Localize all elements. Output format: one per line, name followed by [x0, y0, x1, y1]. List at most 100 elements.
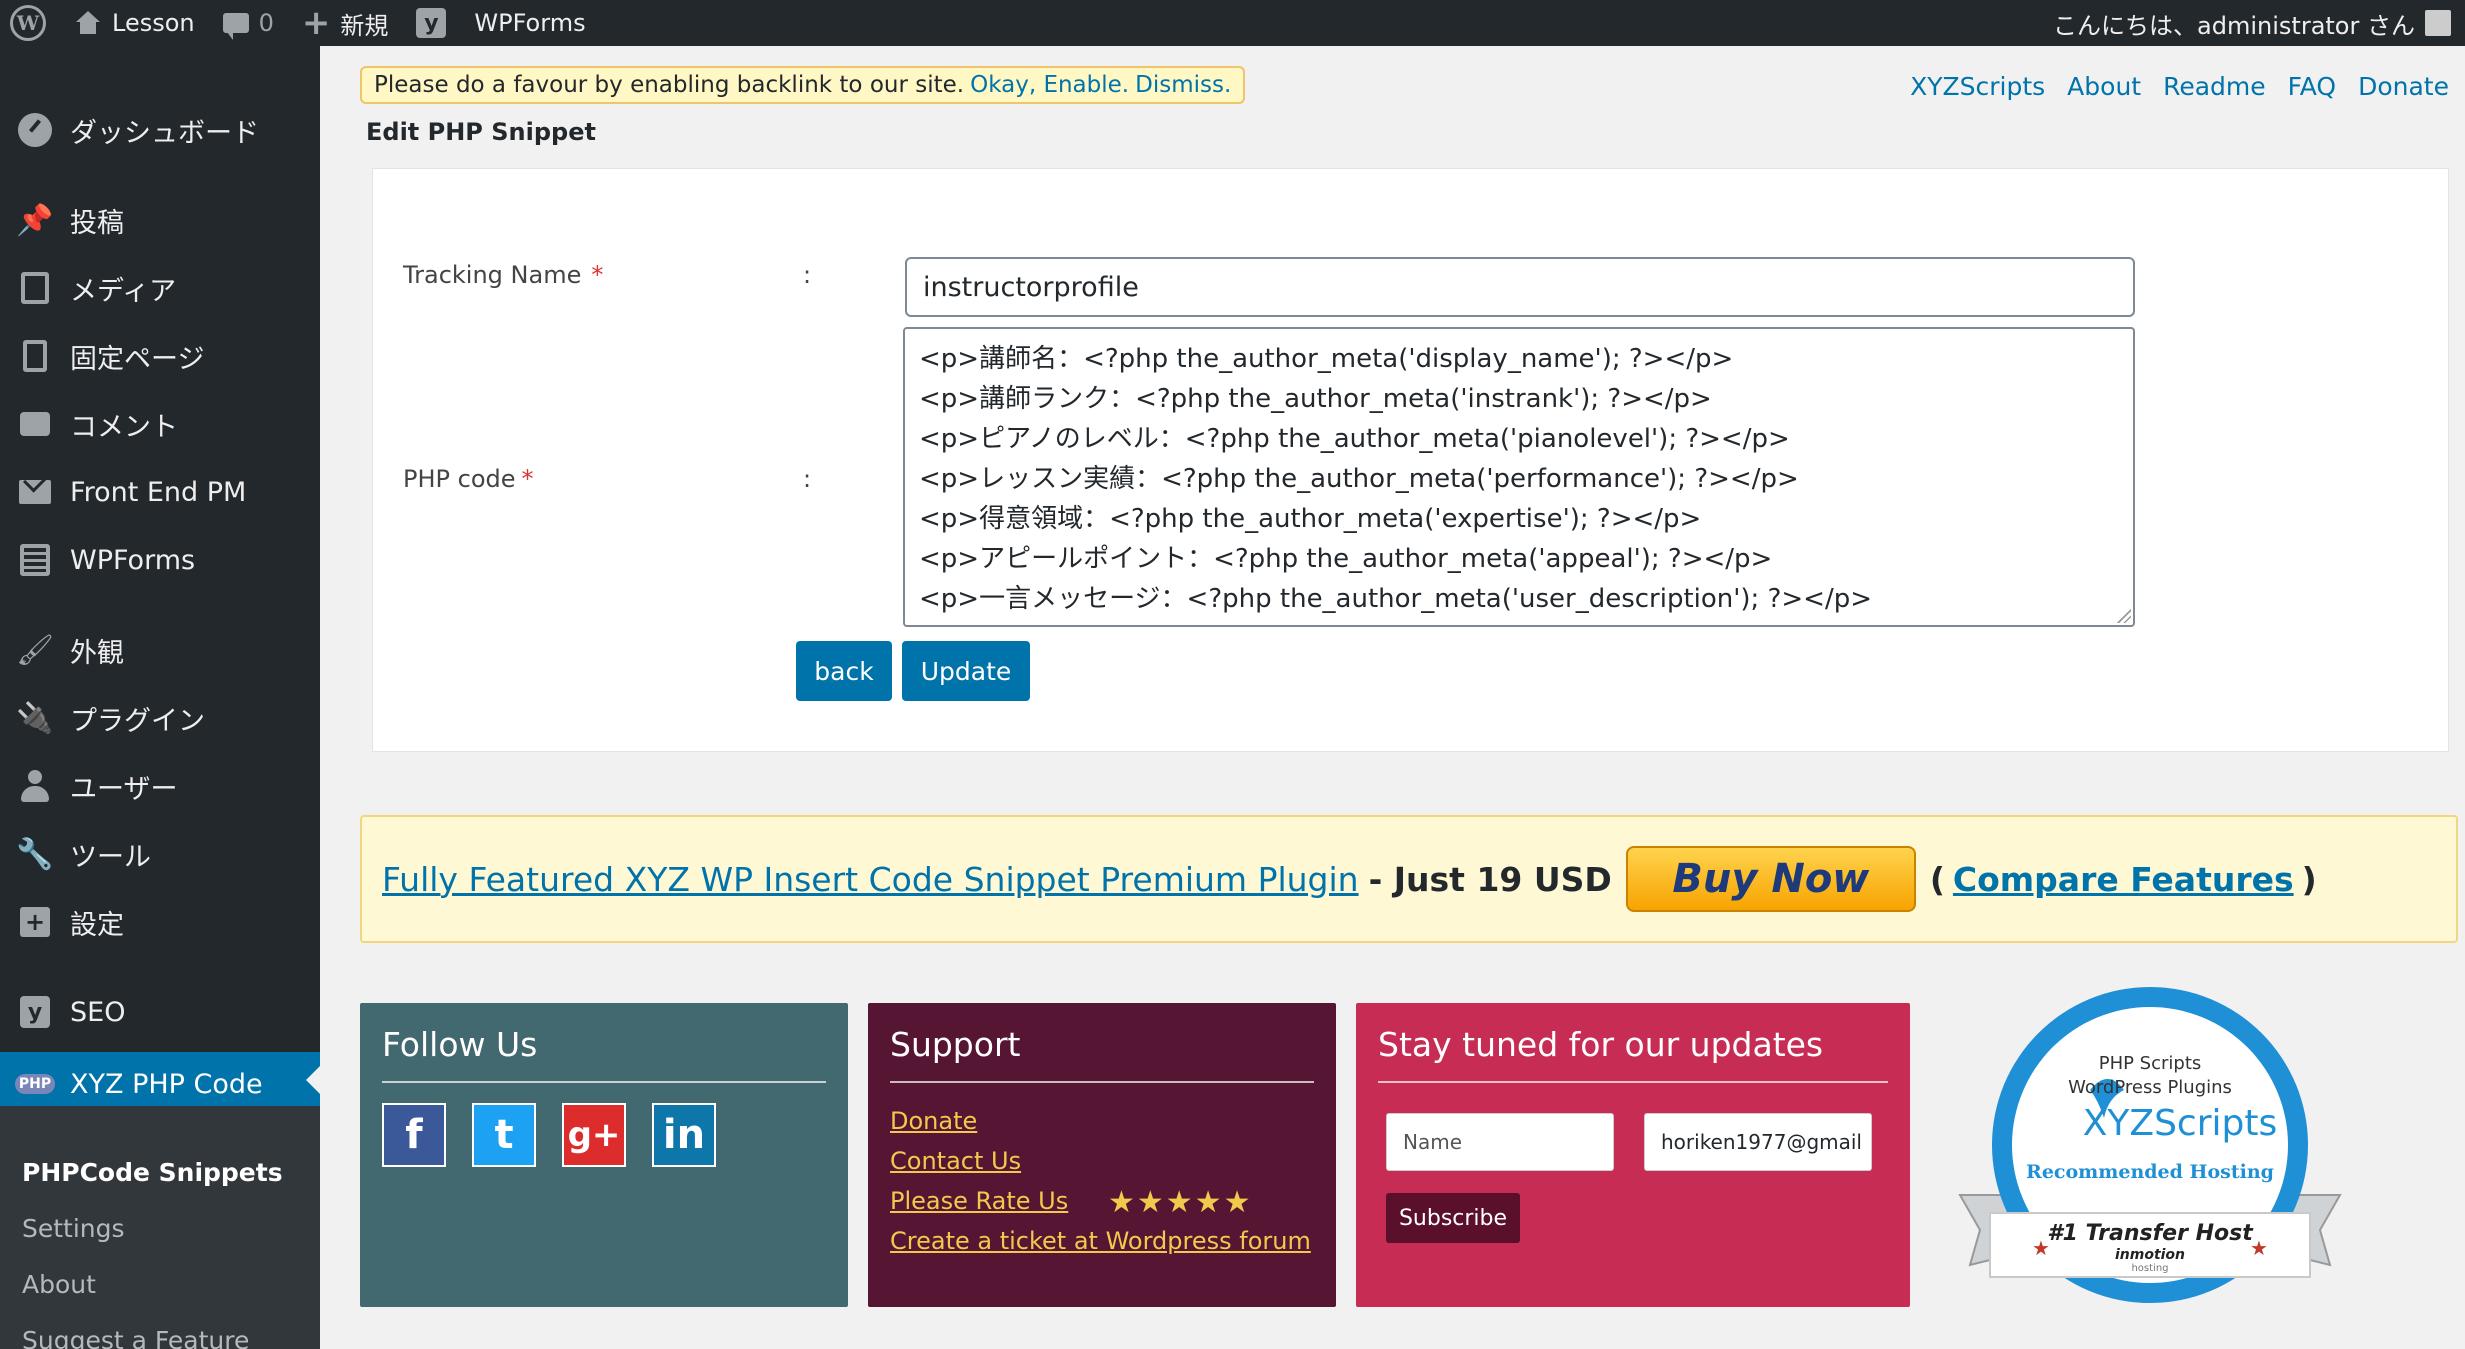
sidebar-item-label: XYZ PHP Code: [70, 1068, 263, 1100]
about-link[interactable]: About: [2067, 72, 2141, 101]
yoast-icon: y: [416, 8, 447, 38]
sidebar-item-label: ダッシュボード: [70, 117, 259, 149]
admin-sidebar: ダッシュボード 📌 投稿 メディア 固定ページ コメント Front End P…: [0, 46, 320, 1349]
code-line: <p>レッスン実績：<?php the_author_meta('perform…: [919, 464, 1799, 494]
page-icon: [16, 337, 54, 375]
notice-text: Please do a favour by enabling backlink …: [374, 72, 965, 98]
code-line: <p>講師ランク：<?php the_author_meta('instrank…: [919, 384, 1712, 414]
compare-open: (: [1929, 859, 1945, 899]
code-line: <p>一言メッセージ：<?php the_author_meta('user_d…: [919, 584, 1872, 614]
contact-us-link[interactable]: Contact Us: [890, 1147, 1021, 1175]
submenu-suggest-feature[interactable]: Suggest a Feature: [22, 1326, 249, 1349]
linkedin-icon[interactable]: in: [652, 1103, 716, 1167]
tracking-name-value: instructorprofile: [923, 271, 1139, 303]
facebook-icon[interactable]: f: [382, 1103, 446, 1167]
sidebar-item-label: 設定: [70, 909, 124, 941]
code-line: <p>得意領域：<?php the_author_meta('expertise…: [919, 504, 1702, 534]
comments-link[interactable]: 0: [209, 0, 288, 46]
compare-features-link[interactable]: Compare Features: [1953, 860, 2294, 899]
name-input[interactable]: Name: [1386, 1113, 1614, 1171]
page-title: Edit PHP Snippet: [366, 118, 596, 146]
forms-icon: [16, 541, 54, 579]
sidebar-item-label: プラグイン: [70, 705, 205, 737]
badge-host-sub: hosting: [2131, 1263, 2169, 1274]
create-ticket-link[interactable]: Create a ticket at Wordpress forum: [890, 1227, 1311, 1255]
brush-icon: 🖌: [15, 632, 55, 668]
divider: [382, 1081, 826, 1083]
google-plus-icon[interactable]: g+: [562, 1103, 626, 1167]
pin-icon: 📌: [16, 202, 54, 238]
xyz-submenu: PHPCode Snippets Settings About Suggest …: [0, 1106, 320, 1349]
faq-link[interactable]: FAQ: [2288, 72, 2336, 101]
sidebar-item-posts[interactable]: 📌 投稿: [0, 192, 320, 248]
dashboard-icon: [16, 111, 54, 149]
support-donate-link[interactable]: Donate: [890, 1107, 977, 1135]
recommended-hosting-badge[interactable]: ★ ★ PHP Scripts WordPress Plugins XYZScr…: [1940, 985, 2360, 1321]
site-name-link[interactable]: Lesson: [60, 0, 209, 46]
sidebar-item-settings[interactable]: + 設定: [0, 894, 320, 950]
compare-close: ): [2301, 859, 2317, 899]
code-line: <p>ピアノのレベル：<?php the_author_meta('pianol…: [919, 424, 1790, 454]
twitter-icon[interactable]: t: [472, 1103, 536, 1167]
sidebar-item-tools[interactable]: 🔧 ツール: [0, 826, 320, 882]
sidebar-item-label: Front End PM: [70, 476, 247, 508]
divider: [1378, 1081, 1888, 1083]
price-text: - Just 19 USD: [1368, 859, 1612, 899]
sidebar-item-seo[interactable]: y SEO: [0, 984, 320, 1040]
subscribe-button[interactable]: Subscribe: [1386, 1193, 1520, 1243]
wordpress-logo-button[interactable]: W: [0, 0, 60, 46]
support-title: Support: [890, 1025, 1021, 1064]
tracking-name-input[interactable]: instructorprofile: [905, 257, 2135, 317]
sidebar-item-wpforms[interactable]: WPForms: [0, 532, 320, 588]
premium-promo: Fully Featured XYZ WP Insert Code Snippe…: [360, 815, 2458, 943]
badge-brand: XYZScripts: [2082, 1103, 2278, 1144]
colon: :: [803, 465, 812, 493]
readme-link[interactable]: Readme: [2163, 72, 2266, 101]
sidebar-item-users[interactable]: ユーザー: [0, 758, 320, 814]
buy-now-button[interactable]: Buy Now: [1625, 846, 1916, 912]
follow-us-box: Follow Us f t g+ in: [360, 1003, 848, 1307]
submenu-about[interactable]: About: [22, 1270, 96, 1299]
premium-plugin-link[interactable]: Fully Featured XYZ WP Insert Code Snippe…: [382, 860, 1359, 899]
wordpress-icon: W: [10, 5, 46, 41]
account-menu[interactable]: こんにちは、administrator さん: [2039, 0, 2465, 46]
php-code-textarea[interactable]: <p>講師名：<?php the_author_meta('display_na…: [903, 327, 2135, 627]
support-box: Support Donate Contact Us Please Rate Us…: [868, 1003, 1336, 1307]
yoast-icon: y: [16, 993, 54, 1031]
sidebar-item-plugins[interactable]: 🔌 プラグイン: [0, 690, 320, 746]
email-input[interactable]: horiken1977@gmail: [1644, 1113, 1872, 1171]
update-button[interactable]: Update: [902, 641, 1030, 701]
sidebar-item-label: メディア: [70, 275, 177, 307]
edit-snippet-form: Tracking Name * : PHP code * : instructorp…: [372, 168, 2449, 752]
back-button[interactable]: back: [796, 641, 892, 701]
admin-bar: W Lesson 0 + 新規 y WPForms こんにちは、administ…: [0, 0, 2465, 46]
donate-link[interactable]: Donate: [2358, 72, 2449, 101]
plugin-icon: 🔌: [16, 700, 54, 736]
comment-icon: [16, 405, 54, 443]
yoast-menu-button[interactable]: y: [402, 0, 460, 46]
sidebar-item-pages[interactable]: 固定ページ: [0, 328, 320, 384]
sidebar-item-label: コメント: [70, 411, 178, 443]
name-placeholder: Name: [1403, 1130, 1463, 1154]
sidebar-item-label: ツール: [70, 841, 151, 873]
new-content-button[interactable]: + 新規: [288, 0, 403, 46]
sidebar-item-comments[interactable]: コメント: [0, 396, 320, 452]
sidebar-item-dashboard[interactable]: ダッシュボード: [0, 102, 320, 158]
sidebar-item-appearance[interactable]: 🖌 外観: [0, 622, 320, 678]
plugin-links: XYZScripts About Readme FAQ Donate: [1910, 72, 2449, 101]
wpforms-link[interactable]: WPForms: [460, 0, 599, 46]
sidebar-item-front-end-pm[interactable]: Front End PM: [0, 464, 320, 520]
wrench-icon: 🔧: [16, 836, 54, 872]
enable-backlink-link[interactable]: Okay, Enable.: [970, 72, 1129, 98]
submenu-settings[interactable]: Settings: [22, 1214, 125, 1243]
xyzscripts-link[interactable]: XYZScripts: [1910, 72, 2045, 101]
backlink-notice: Please do a favour by enabling backlink …: [360, 66, 1246, 104]
badge-line2: WordPress Plugins: [2068, 1077, 2232, 1098]
divider: [890, 1081, 1314, 1083]
rate-us-link[interactable]: Please Rate Us: [890, 1187, 1068, 1215]
dismiss-link[interactable]: Dismiss.: [1135, 72, 1231, 98]
submenu-phpcode-snippets[interactable]: PHPCode Snippets: [22, 1158, 283, 1187]
sidebar-item-media[interactable]: メディア: [0, 260, 320, 316]
sidebar-item-label: 投稿: [70, 207, 124, 239]
resize-handle[interactable]: [2117, 609, 2131, 623]
